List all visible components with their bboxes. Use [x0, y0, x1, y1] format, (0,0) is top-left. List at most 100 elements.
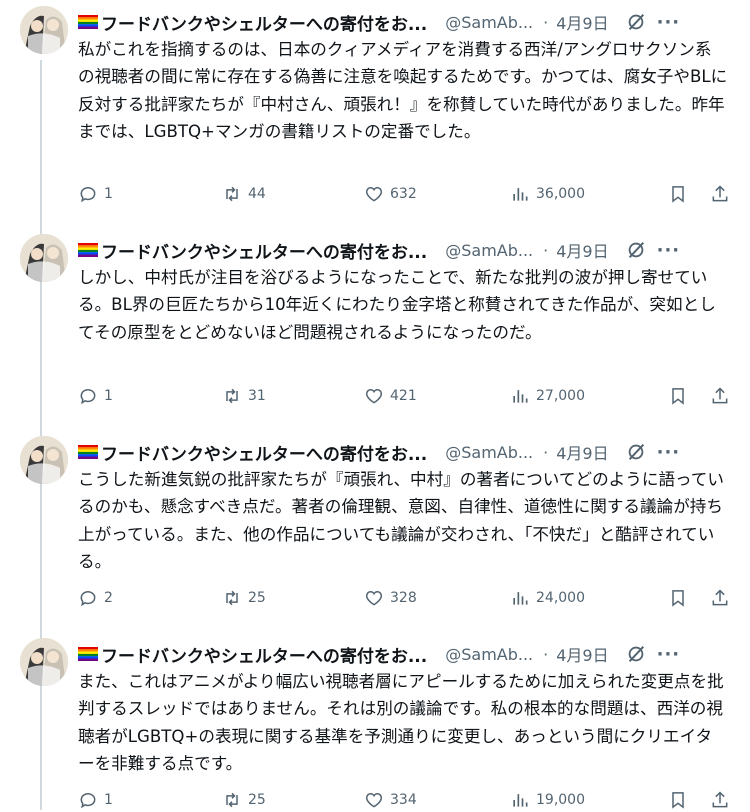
share-button[interactable]: [710, 790, 730, 810]
avatar[interactable]: [20, 436, 68, 484]
tweet-header: フードバンクやシェルターへの寄付をお... @SamAb... · 4月9日 ·…: [78, 238, 730, 263]
author-name[interactable]: フードバンクやシェルターへの寄付をお...: [101, 440, 427, 465]
like-button[interactable]: 334: [364, 790, 510, 810]
tweet-actions: 1 44 632 36,000: [78, 182, 730, 206]
grok-icon[interactable]: [625, 643, 647, 665]
separator-dot: ·: [543, 12, 549, 32]
tweet-header: フードバンクやシェルターへの寄付をお... @SamAb... · 4月9日 ·…: [78, 440, 730, 465]
author-name[interactable]: フードバンクやシェルターへの寄付をお...: [101, 642, 427, 667]
views-button[interactable]: 24,000: [510, 588, 660, 608]
retweet-icon: [226, 388, 238, 404]
tweet-actions: 2 25 328 24,000: [78, 586, 730, 610]
reply-icon: [80, 591, 96, 607]
retweet-button[interactable]: 31: [222, 386, 364, 406]
reply-button[interactable]: 2: [78, 588, 222, 608]
views-button[interactable]: 19,000: [510, 790, 660, 810]
like-button[interactable]: 632: [364, 184, 510, 204]
tweet-text: こうした新進気鋭の批評家たちが『頑張れ、中村』の著者についてどのように語っている…: [78, 470, 724, 571]
share-icon: [712, 791, 728, 808]
reply-button[interactable]: 1: [78, 790, 222, 810]
author-handle[interactable]: @SamAb...: [445, 645, 533, 664]
bookmark-button[interactable]: [668, 588, 688, 608]
bookmark-button[interactable]: [668, 790, 688, 810]
retweet-button[interactable]: 44: [222, 184, 364, 204]
tweet[interactable]: フードバンクやシェルターへの寄付をお... @SamAb... · 4月9日 ·…: [0, 234, 750, 424]
tweet-date[interactable]: 4月9日: [556, 238, 608, 262]
reply-button[interactable]: 1: [78, 184, 222, 204]
avatar[interactable]: [20, 638, 68, 686]
retweet-count: 25: [248, 792, 266, 808]
views-chart-icon: [513, 390, 528, 403]
retweet-button[interactable]: 25: [222, 790, 364, 810]
reply-icon: [80, 389, 96, 405]
author-name[interactable]: フードバンクやシェルターへの寄付をお...: [101, 10, 427, 35]
like-count: 328: [390, 590, 417, 606]
share-button[interactable]: [710, 588, 730, 608]
like-button[interactable]: 421: [364, 386, 510, 406]
heart-icon: [365, 388, 383, 404]
bookmark-button[interactable]: [668, 184, 688, 204]
share-button[interactable]: [710, 386, 730, 406]
tweet-header: フードバンクやシェルターへの寄付をお... @SamAb... · 4月9日 ·…: [78, 642, 730, 667]
bookmark-icon: [672, 792, 684, 809]
retweet-button[interactable]: 25: [222, 588, 364, 608]
author-name[interactable]: フードバンクやシェルターへの寄付をお...: [101, 238, 427, 263]
more-options-icon[interactable]: ···: [657, 12, 681, 33]
reply-count: 1: [104, 792, 113, 808]
more-options-icon[interactable]: ···: [657, 644, 681, 665]
tweet-text: しかし、中村氏が注目を浴びるようになったことで、新たな批判の波が押し寄せている。…: [78, 268, 716, 342]
separator-dot: ·: [543, 442, 549, 462]
more-options-icon[interactable]: ···: [657, 442, 681, 463]
tweet-actions: 1 25 334 19,000: [78, 788, 730, 812]
more-options-icon[interactable]: ···: [657, 240, 681, 261]
tweet[interactable]: フードバンクやシェルターへの寄付をお... @SamAb... · 4月9日 ·…: [0, 6, 750, 216]
tweet[interactable]: フードバンクやシェルターへの寄付をお... @SamAb... · 4月9日 ·…: [0, 638, 750, 810]
bookmark-icon: [672, 186, 684, 203]
share-icon: [712, 387, 728, 404]
like-count: 632: [390, 186, 417, 202]
views-button[interactable]: 27,000: [510, 386, 660, 406]
tweet-date[interactable]: 4月9日: [556, 10, 608, 34]
rainbow-flag-icon: [78, 445, 98, 459]
heart-icon: [365, 590, 383, 606]
heart-icon: [365, 792, 383, 808]
avatar[interactable]: [20, 234, 68, 282]
tweet-date[interactable]: 4月9日: [556, 440, 608, 464]
grok-icon[interactable]: [625, 441, 647, 463]
views-button[interactable]: 36,000: [510, 184, 660, 204]
share-icon: [712, 589, 728, 606]
views-chart-icon: [513, 188, 528, 201]
bookmark-icon: [672, 590, 684, 607]
tweet-text: また、これはアニメがより幅広い視聴者層にアピールするために加えられた変更点を批判…: [78, 672, 724, 773]
rainbow-flag-icon: [78, 647, 98, 661]
grok-icon[interactable]: [625, 239, 647, 261]
reply-count: 1: [104, 186, 113, 202]
retweet-icon: [226, 186, 238, 202]
bookmark-button[interactable]: [668, 386, 688, 406]
retweet-icon: [226, 590, 238, 606]
author-handle[interactable]: @SamAb...: [445, 13, 533, 32]
author-handle[interactable]: @SamAb...: [445, 443, 533, 462]
reply-button[interactable]: 1: [78, 386, 222, 406]
separator-dot: ·: [543, 240, 549, 260]
views-chart-icon: [513, 592, 528, 605]
retweet-count: 44: [248, 186, 266, 202]
heart-icon: [365, 186, 383, 202]
like-count: 334: [390, 792, 417, 808]
tweet-actions: 1 31 421 27,000: [78, 384, 730, 408]
like-count: 421: [390, 388, 417, 404]
author-handle[interactable]: @SamAb...: [445, 241, 533, 260]
share-button[interactable]: [710, 184, 730, 204]
retweet-icon: [226, 792, 238, 808]
like-button[interactable]: 328: [364, 588, 510, 608]
grok-icon[interactable]: [625, 11, 647, 33]
tweet[interactable]: フードバンクやシェルターへの寄付をお... @SamAb... · 4月9日 ·…: [0, 436, 750, 626]
tweet-header: フードバンクやシェルターへの寄付をお... @SamAb... · 4月9日 ·…: [78, 10, 730, 35]
avatar[interactable]: [20, 6, 68, 54]
tweet-text: 私がこれを指摘するのは、日本のクィアメディアを消費する西洋/アングロサクソン系の…: [78, 40, 728, 141]
bookmark-icon: [672, 388, 684, 405]
tweet-date[interactable]: 4月9日: [556, 642, 608, 666]
reply-icon: [80, 793, 96, 809]
retweet-count: 25: [248, 590, 266, 606]
separator-dot: ·: [543, 644, 549, 664]
